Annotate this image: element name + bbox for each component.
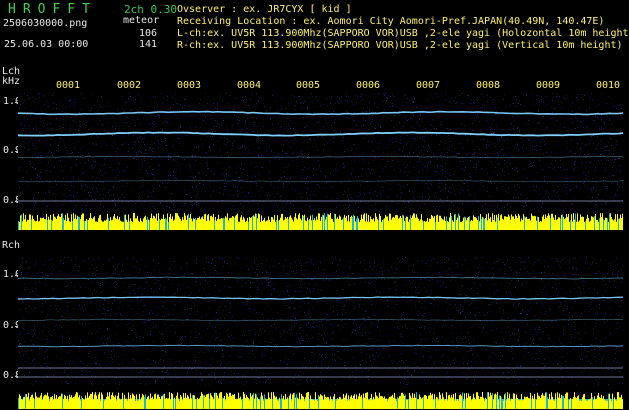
- meteor-count-rch: 141: [138, 39, 157, 50]
- noise-layer: [18, 257, 623, 385]
- xtick-0009: 0009: [536, 80, 561, 91]
- lch-spectrogram-canvas: [18, 93, 623, 230]
- signal-trace: [18, 131, 623, 137]
- signal-level-bars: [18, 213, 623, 230]
- filename-label: 2506030000.png: [3, 18, 88, 29]
- xtick-0003: 0003: [177, 80, 202, 91]
- rch-spectrogram: [18, 257, 623, 409]
- rch-label: Rch: [2, 240, 21, 251]
- lch-unit-label: kHz: [2, 76, 21, 87]
- datetime-label: 25.06.03 00:00: [4, 39, 89, 50]
- xtick-0008: 0008: [476, 80, 501, 91]
- xtick-0002: 0002: [117, 80, 142, 91]
- xtick-0004: 0004: [237, 80, 262, 91]
- lch-spectrogram: [18, 93, 623, 230]
- signal-trace: [18, 276, 623, 280]
- info-rch-setup: R-ch:ex. UV5R 113.900Mhz(SAPPORO VOR)USB…: [177, 40, 623, 51]
- app-title: HROFFT: [8, 2, 97, 17]
- meteor-label: meteor: [123, 15, 160, 26]
- meteor-count-lch: 106: [138, 28, 157, 39]
- xtick-0005: 0005: [296, 80, 321, 91]
- signal-trace: [18, 110, 623, 116]
- info-location: Receiving Location : ex. Aomori City Aom…: [177, 16, 605, 27]
- signal-trace: [18, 344, 623, 348]
- signal-trace: [18, 155, 623, 159]
- info-observer: Ovserver : ex. JR7CYX [ kid ]: [177, 4, 352, 15]
- noise-layer: [18, 93, 623, 208]
- xtick-0001: 0001: [56, 80, 81, 91]
- rch-spectrogram-canvas: [18, 257, 623, 409]
- info-lch-setup: L-ch:ex. UV5R 113.900Mhz(SAPPORO VOR)USB…: [177, 28, 629, 39]
- signal-trace: [18, 179, 623, 183]
- version-label: 2ch 0.30: [124, 3, 177, 16]
- signal-level-bars: [18, 392, 623, 409]
- signal-trace: [18, 318, 623, 322]
- xtick-0010: 0010: [596, 80, 621, 91]
- xtick-0006: 0006: [356, 80, 381, 91]
- xtick-0007: 0007: [416, 80, 441, 91]
